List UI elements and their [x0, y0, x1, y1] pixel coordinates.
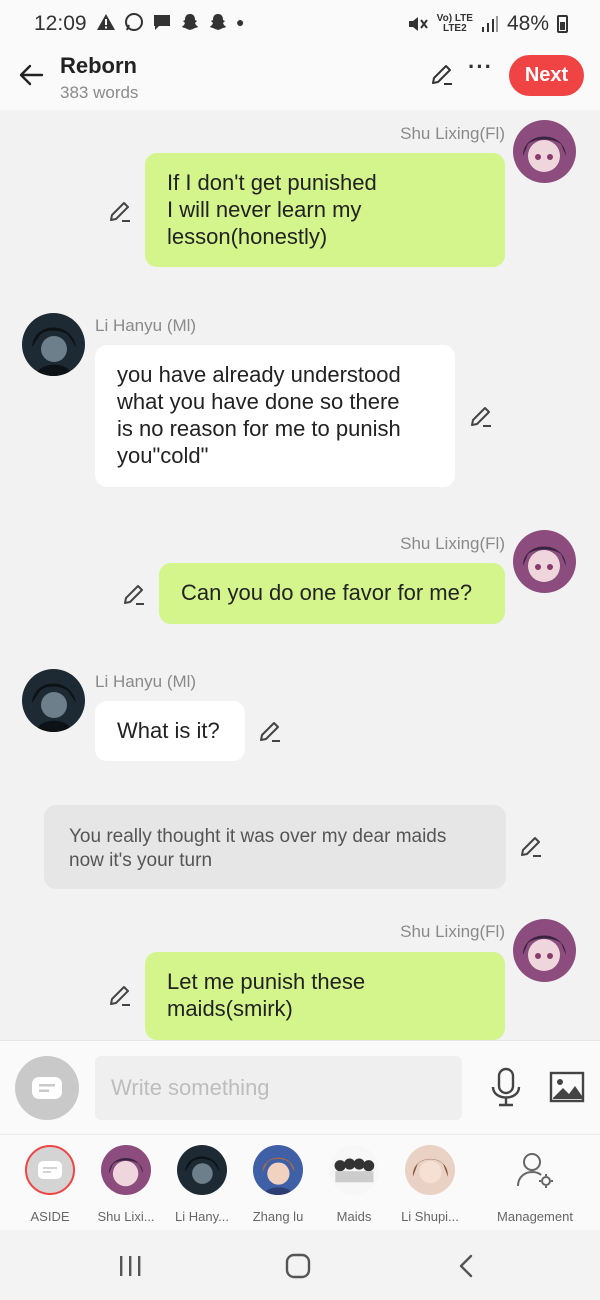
character-label: Li Shupi...: [401, 1209, 459, 1224]
character-label: ASIDE: [30, 1209, 70, 1224]
message-bubble[interactable]: Can you do one favor for me?: [159, 563, 505, 624]
story-title: Reborn: [60, 53, 137, 78]
character-label: Maids: [336, 1209, 372, 1224]
edit-message-icon[interactable]: [469, 404, 493, 428]
character-li-shupi[interactable]: Li Shupi...: [392, 1145, 468, 1224]
avatar-li-hanyu[interactable]: [22, 313, 85, 376]
dot-icon: ●: [236, 14, 245, 30]
signal-icon: [481, 16, 498, 32]
back-arrow-icon[interactable]: [18, 62, 44, 88]
home-button[interactable]: [278, 1250, 318, 1282]
header: Reborn 383 words ··· Next: [0, 48, 600, 110]
mute-icon: [408, 17, 428, 31]
message-icon: [154, 15, 170, 30]
edit-message-icon[interactable]: [108, 983, 132, 1007]
character-li-hanyu[interactable]: Li Hany...: [164, 1145, 240, 1224]
snapchat-icon-2: [210, 14, 226, 30]
message-input[interactable]: [95, 1056, 462, 1120]
avatar-li-hanyu[interactable]: [22, 669, 85, 732]
aside-toggle-button[interactable]: [15, 1056, 79, 1120]
edit-message-icon[interactable]: [122, 582, 146, 606]
home-icon: [285, 1253, 311, 1279]
edit-message-icon[interactable]: [108, 199, 132, 223]
character-zhang-lu[interactable]: Zhang lu: [240, 1145, 316, 1224]
message-bubble[interactable]: What is it?: [95, 701, 245, 761]
avatar: [177, 1145, 227, 1195]
character-label: Shu Lixi...: [97, 1209, 155, 1224]
microphone-icon[interactable]: [490, 1067, 522, 1107]
character-bar: ASIDE Shu Lixi... Li Hany... Zhang lu Ma…: [0, 1134, 600, 1230]
avatar: [329, 1145, 379, 1195]
back-button[interactable]: [446, 1250, 486, 1282]
image-icon[interactable]: [549, 1071, 585, 1103]
character-label: Zhang lu: [252, 1209, 304, 1224]
sender-name: Li Hanyu (Ml): [95, 672, 197, 691]
whatsapp-icon: [125, 13, 143, 31]
edit-message-icon[interactable]: [258, 719, 282, 743]
edit-message-icon[interactable]: [519, 834, 543, 858]
recent-apps-icon: [120, 1256, 141, 1276]
avatar: [101, 1145, 151, 1195]
message-bubble[interactable]: you have already understood what you hav…: [95, 345, 455, 487]
battery-icon: [557, 15, 568, 33]
recent-apps-button[interactable]: [110, 1250, 150, 1282]
character-label: Li Hany...: [175, 1209, 229, 1224]
message-bubble[interactable]: If I don't get punished I will never lea…: [145, 153, 505, 267]
sender-name: Shu Lixing(Fl): [400, 922, 505, 941]
avatar: [405, 1145, 455, 1195]
snapchat-icon: [182, 14, 198, 30]
word-count: 383 words: [60, 83, 139, 102]
battery-text: 48%: [506, 12, 549, 35]
sender-name: Shu Lixing(Fl): [400, 534, 505, 553]
avatar-shu-lixing[interactable]: [513, 919, 576, 982]
network-indicator: Vo) LTE LTE2: [437, 14, 473, 34]
aside-avatar: [25, 1145, 75, 1195]
next-button[interactable]: Next: [509, 55, 584, 96]
status-right: Vo) LTE LTE2 48%: [407, 12, 568, 36]
sender-name: Shu Lixing(Fl): [400, 124, 505, 143]
more-options-icon[interactable]: ···: [468, 54, 493, 80]
message-bubble[interactable]: Let me punish these maids(smirk): [145, 952, 505, 1040]
management-icon: [510, 1145, 560, 1195]
aside-bubble[interactable]: You really thought it was over my dear m…: [44, 805, 506, 889]
status-time: 12:09: [34, 12, 87, 35]
notification-icons: ●: [96, 12, 244, 32]
status-bar: 12:09 ● Vo) LTE LTE2 48%: [0, 0, 600, 48]
system-nav-bar: [0, 1230, 600, 1300]
character-shu-lixing[interactable]: Shu Lixi...: [88, 1145, 164, 1224]
aside-icon: [32, 1077, 62, 1099]
avatar-shu-lixing[interactable]: [513, 120, 576, 183]
character-maids[interactable]: Maids: [316, 1145, 392, 1224]
character-aside[interactable]: ASIDE: [12, 1145, 88, 1224]
character-management[interactable]: Management: [488, 1145, 582, 1224]
character-label: Management: [497, 1209, 573, 1224]
avatar: [253, 1145, 303, 1195]
sender-name: Li Hanyu (Ml): [95, 316, 197, 335]
warning-icon: [97, 14, 115, 30]
avatar-shu-lixing[interactable]: [513, 530, 576, 593]
network-bottom: LTE2: [442, 23, 467, 34]
edit-title-icon[interactable]: [430, 62, 454, 86]
chevron-left-icon: [459, 1254, 473, 1278]
chat-area[interactable]: Shu Lixing(Fl) If I don't get punished I…: [0, 110, 600, 1040]
input-bar: [0, 1040, 600, 1134]
